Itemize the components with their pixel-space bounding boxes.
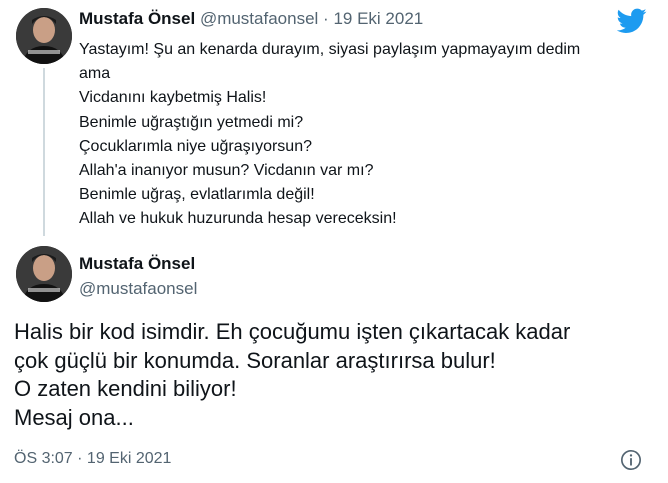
avatar-photo [16,246,72,302]
avatar[interactable] [16,8,72,64]
tweet-parent-text: Yastayım! Şu an kenarda durayım, siyasi … [79,38,649,232]
avatar-photo [16,8,72,64]
user-handle[interactable]: @mustafaonsel [200,9,318,28]
tweet-text-line: Allah ve hukuk huzurunda hesap vereceksi… [79,210,397,228]
tweet-text-line: Benimle uğraş, evlatlarımla değil! [79,186,315,204]
tweet-text-line: Benimle uğraştığın yetmedi mi? [79,113,304,131]
tweet-text-line: Halis bir kod isimdir. Eh çocuğumu işten… [14,319,571,344]
info-icon[interactable] [620,449,642,471]
tweet-text-line: Allah'a inanıyor musun? Vicdanın var mı? [79,162,374,180]
avatar[interactable] [16,246,72,302]
twitter-bird-icon[interactable] [617,8,647,34]
tweet-text-line: çok güçlü bir konumda. Soranlar araştırı… [14,347,496,373]
tweet-text-line: Vicdanını kaybetmiş Halis! [79,89,267,107]
tweet-timestamp[interactable]: ÖS 3:07 · 19 Eki 2021 [14,450,171,468]
thread-connector-line [43,68,45,236]
tweet-text-line: O zaten kendini biliyor! [14,376,237,401]
tweet-text-line: Mesaj ona... [14,404,134,430]
display-name[interactable]: Mustafa Önsel [79,254,195,274]
tweet-text-line: Yastayım! Şu an kenarda durayım, siyasi … [79,41,581,58]
user-handle[interactable]: @mustafaonsel [79,279,197,299]
separator: · [323,9,329,28]
tweet-text-line: ama [79,65,111,83]
display-name[interactable]: Mustafa Önsel [79,9,195,28]
tweet-main-text: Halis bir kod isimdir. Eh çocuğumu işten… [14,318,654,432]
tweet-parent-header: Mustafa Önsel @mustafaonsel · 19 Eki 202… [79,9,423,29]
tweet-text-line: Çocuklarımla niye uğraşıyorsun? [79,137,312,155]
tweet-date[interactable]: 19 Eki 2021 [333,9,423,28]
